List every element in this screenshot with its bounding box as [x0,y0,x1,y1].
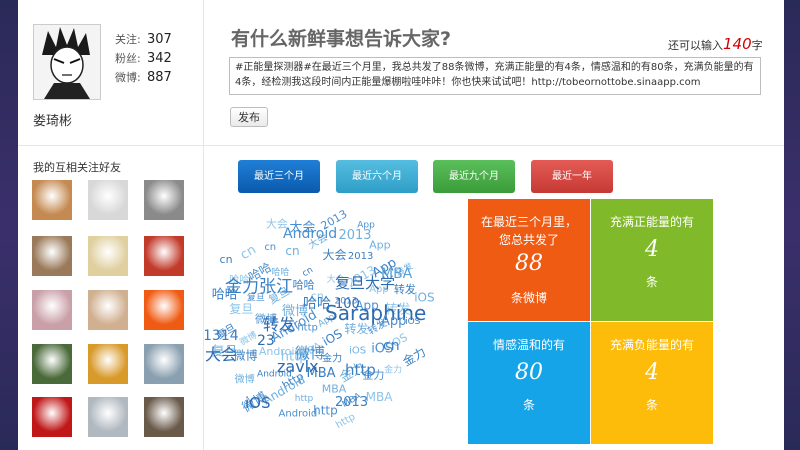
tile-unit: 条 [522,398,535,412]
friend-avatar[interactable] [32,397,72,437]
avatar[interactable] [33,24,101,100]
word-cloud-word: 转发 [263,315,295,334]
word-cloud-word: zavlx [277,357,319,376]
word-cloud-word: 金力张江 [225,277,293,297]
tile-value: 80 [515,360,543,385]
post-button[interactable]: 发布 [230,107,268,127]
friend-avatar[interactable] [144,344,184,384]
tile-caption: 充满负能量的有 [609,338,694,352]
stat-label: 粉丝: [115,52,141,65]
tile-unit: 条 [645,398,658,412]
tile-caption: 在最近三个月里，您总共发了 [480,215,577,247]
tile-caption: 充满正能量的有 [609,215,694,229]
word-cloud-word: 大会 [205,345,237,364]
tile-total: 在最近三个月里，您总共发了 88 条微博 [468,199,590,321]
tile-neutral: 情感温和的有 80 条 [468,322,590,444]
word-cloud-filler: cn [301,265,315,279]
word-cloud-word: 100 [335,297,360,312]
friend-avatar[interactable] [144,236,184,276]
word-cloud-word: cn [383,338,400,354]
word-cloud-word: http [345,361,376,379]
tile-value: 4 [645,237,659,262]
friend-avatar[interactable] [144,180,184,220]
word-cloud-filler: 微博 [238,329,260,348]
main-panel: 关注: 307 粉丝: 342 微博: 887 娄琦彬 有什么新鲜事想告诉大家?… [18,0,784,450]
tile-value: 4 [645,360,659,385]
friend-avatar[interactable] [32,290,72,330]
word-cloud-filler: 哈哈 [293,279,315,292]
range-button-3m[interactable]: 最近三个月 [238,160,320,193]
word-cloud-filler: 金力 [384,364,402,376]
char-counter-value: 140 [723,35,752,53]
friend-avatar[interactable] [88,290,128,330]
word-cloud-filler: 2013 [348,251,373,262]
stat-followers[interactable]: 粉丝: 342 [115,50,172,69]
word-cloud-filler: 转发 [394,282,416,296]
friend-avatar[interactable] [88,397,128,437]
word-cloud-word: iOS [245,394,271,412]
word-cloud-filler: 金力 [322,352,342,365]
friend-avatar[interactable] [144,290,184,330]
word-cloud-filler: cn [264,242,276,253]
divider-horizontal [18,145,784,146]
stat-value: 342 [147,51,172,66]
friend-avatar[interactable] [88,236,128,276]
tile-positive: 充满正能量的有 4 条 [591,199,713,321]
char-counter-suffix: 字 [751,39,763,52]
word-cloud-word: Android [283,226,337,242]
avatar-image [34,25,100,99]
friend-avatar[interactable] [88,344,128,384]
stat-following[interactable]: 关注: 307 [115,31,172,50]
word-cloud-filler: MBA [366,390,394,404]
word-cloud-word: MBA [381,266,413,282]
friend-avatar[interactable] [144,397,184,437]
friend-avatar[interactable] [32,236,72,276]
tile-unit: 条 [645,275,658,289]
word-cloud-filler: cn [285,244,299,258]
word-cloud-word: 哈哈 [303,296,331,312]
word-cloud-filler: http [295,394,314,404]
range-button-6m[interactable]: 最近六个月 [336,160,418,193]
word-cloud-canvas: ApphttpcniOS微博2013MBA哈哈转发Android大会金力复旦 Ap… [205,207,435,431]
word-cloud-filler: 大会 [323,248,347,262]
tile-negative: 充满负能量的有 4 条 [591,322,713,444]
word-cloud-filler: iOS [349,346,366,357]
tile-value: 88 [515,251,543,276]
word-cloud-filler: cn [220,253,233,266]
range-button-1y[interactable]: 最近一年 [531,160,613,193]
stat-label: 微博: [115,71,141,84]
stat-posts[interactable]: 微博: 887 [115,69,172,88]
stat-value: 887 [147,70,172,85]
friend-avatar[interactable] [32,180,72,220]
username[interactable]: 娄琦彬 [33,110,72,129]
word-cloud: App http cn iOS 微博 2013 MBA 哈哈 转发 Android 大会 金力 复旦 Ap… [205,200,470,435]
friend-avatar[interactable] [32,344,72,384]
word-cloud-filler: Android [279,409,318,420]
word-cloud-word: 2013 [335,395,368,410]
range-button-9m[interactable]: 最近九个月 [433,160,515,193]
word-cloud-filler: 微博 [235,372,255,385]
compose-input[interactable]: #正能量探测器#在最近三个月里，我总共发了88条微博，充满正能量的有4条，情感温… [229,57,761,95]
divider-vertical [203,0,204,450]
word-cloud-filler: MBA [322,382,347,395]
word-cloud-word: 1314 [205,328,239,344]
profile-stats: 关注: 307 粉丝: 342 微博: 887 [115,31,172,88]
word-cloud-word: App [381,314,406,329]
friends-title: 我的互相关注好友 [33,161,121,174]
word-cloud-filler: App [357,220,375,230]
word-cloud-filler: 金力 [400,344,428,369]
word-cloud-filler: 复旦 [229,302,253,316]
stat-value: 307 [147,32,172,47]
stat-label: 关注: [115,33,141,46]
char-counter: 还可以输入140字 [668,35,763,53]
friend-avatar[interactable] [88,180,128,220]
word-cloud-word: 23 [257,333,275,349]
compose-prompt: 有什么新鲜事想告诉大家? [231,28,452,50]
char-counter-prefix: 还可以输入 [668,39,723,52]
tile-unit: 条微博 [510,291,547,305]
word-cloud-filler: App [369,238,391,251]
word-cloud-filler: cn [238,242,259,263]
tile-caption: 情感温和的有 [492,338,565,352]
